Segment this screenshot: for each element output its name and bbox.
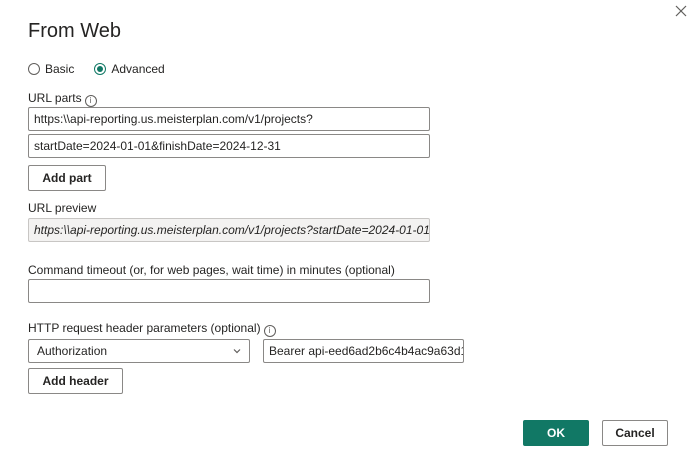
header-value-input[interactable]: Bearer api-eed6ad2b6c4b4ac9a63d1e (263, 339, 464, 363)
mode-radio-group: Basic Advanced (28, 62, 185, 76)
close-icon[interactable] (672, 2, 690, 20)
add-header-button[interactable]: Add header (28, 368, 123, 394)
url-parts-label-text: URL parts (28, 91, 82, 105)
dialog-title: From Web (28, 20, 121, 42)
add-part-button[interactable]: Add part (28, 165, 106, 191)
headers-label-text: HTTP request header parameters (optional… (28, 321, 261, 335)
headers-label: HTTP request header parameters (optional… (28, 321, 276, 337)
header-name-dropdown[interactable]: Authorization (28, 339, 250, 363)
url-part-input-1[interactable]: https:\\api-reporting.us.meisterplan.com… (28, 107, 430, 131)
url-parts-label: URL parts i (28, 91, 97, 107)
header-name-selected: Authorization (37, 344, 108, 358)
url-part-input-2[interactable]: startDate=2024-01-01&finishDate=2024-12-… (28, 134, 430, 158)
info-icon[interactable]: i (263, 325, 276, 337)
advanced-radio[interactable] (94, 63, 107, 75)
cancel-button[interactable]: Cancel (602, 420, 668, 446)
timeout-input[interactable] (28, 279, 430, 303)
timeout-label: Command timeout (or, for web pages, wait… (28, 263, 395, 277)
basic-radio-label[interactable]: Basic (45, 62, 74, 76)
basic-radio[interactable] (28, 63, 40, 75)
url-preview-label: URL preview (28, 201, 97, 215)
url-preview-field[interactable]: https:\\api-reporting.us.meisterplan.com… (28, 218, 430, 242)
advanced-radio-label[interactable]: Advanced (111, 62, 164, 76)
chevron-down-icon (233, 349, 241, 354)
ok-button[interactable]: OK (523, 420, 589, 446)
info-icon[interactable]: i (84, 95, 97, 107)
